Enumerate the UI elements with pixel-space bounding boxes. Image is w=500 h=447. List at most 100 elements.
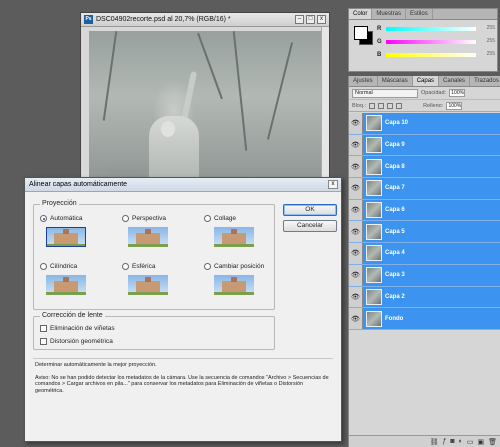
eye-icon[interactable]: 👁 xyxy=(349,221,363,243)
tab-swatches[interactable]: Muestras xyxy=(372,9,407,19)
opacity-field[interactable]: 100% xyxy=(449,89,466,97)
eye-icon[interactable]: 👁 xyxy=(349,156,363,178)
distortion-checkbox-box[interactable] xyxy=(40,338,47,345)
document-titlebar[interactable]: Ps DSC04902recorte.psd al 20,7% (RGB/16)… xyxy=(81,13,329,27)
lock-label: Bloq.: xyxy=(352,102,367,109)
lock-transparency-icon[interactable] xyxy=(369,102,376,109)
document-window[interactable]: Ps DSC04902recorte.psd al 20,7% (RGB/16)… xyxy=(80,12,330,197)
ok-button[interactable]: OK xyxy=(283,204,337,216)
preview-collage[interactable] xyxy=(214,227,254,247)
slider-r[interactable]: R 255 xyxy=(377,24,495,34)
fill-field[interactable]: 100% xyxy=(446,101,463,110)
layer-row[interactable]: 👁 Fondo xyxy=(349,308,500,330)
layer-row[interactable]: 👁 Capa 6 xyxy=(349,199,500,222)
layer-row[interactable]: 👁 Capa 3 xyxy=(349,264,500,287)
vignette-label: Eliminación de viñetas xyxy=(50,325,115,332)
link-layers-icon[interactable]: ⛓ xyxy=(430,438,439,446)
dialog-titlebar[interactable]: Alinear capas automáticamente x xyxy=(25,178,341,192)
slider-b-track[interactable] xyxy=(386,53,476,57)
radio-cylindrical-dot[interactable] xyxy=(40,263,47,270)
distortion-label: Distorsión geométrica xyxy=(50,338,113,345)
trash-icon[interactable]: 🗑 xyxy=(488,438,497,446)
layer-row[interactable]: 👁 Capa 10 xyxy=(349,113,500,135)
eye-icon[interactable]: 👁 xyxy=(349,286,363,308)
radio-spherical[interactable]: Esférica xyxy=(122,263,155,270)
layer-row[interactable]: 👁 Capa 8 xyxy=(349,156,500,179)
eye-icon[interactable]: 👁 xyxy=(349,199,363,221)
lock-pixels-icon[interactable] xyxy=(378,102,385,109)
radio-spherical-dot[interactable] xyxy=(122,263,129,270)
adjustment-layer-icon[interactable]: ◐ xyxy=(459,438,463,445)
layers-panel: Ajustes Máscaras Capas Canales Trazados … xyxy=(348,76,500,447)
slider-g-value[interactable]: 255 xyxy=(479,38,495,46)
minimize-button[interactable]: – xyxy=(295,15,304,24)
tab-layers[interactable]: Capas xyxy=(412,76,440,86)
info-box: Determinar automáticamente la mejor proy… xyxy=(33,358,333,436)
tab-styles[interactable]: Estilos xyxy=(406,9,433,19)
document-canvas[interactable] xyxy=(89,31,321,196)
eye-icon[interactable]: 👁 xyxy=(349,113,363,134)
tab-paths[interactable]: Trazados xyxy=(470,76,500,86)
radio-collage-dot[interactable] xyxy=(204,215,211,222)
radio-reposition-dot[interactable] xyxy=(204,263,211,270)
radio-collage[interactable]: Collage xyxy=(204,215,236,222)
add-mask-icon[interactable]: ◙ xyxy=(450,438,454,445)
tab-color[interactable]: Color xyxy=(349,9,373,19)
maximize-button[interactable]: □ xyxy=(306,15,315,24)
layer-name: Capa 4 xyxy=(385,250,405,257)
color-panel: Color Muestras Estilos R 255 G 255 B 255 xyxy=(348,8,498,72)
auto-align-dialog: Alinear capas automáticamente x Proyecci… xyxy=(24,177,342,442)
eye-icon[interactable]: 👁 xyxy=(349,178,363,199)
blend-mode-select[interactable]: Normal xyxy=(352,88,418,98)
eye-icon[interactable]: 👁 xyxy=(349,243,363,264)
tab-masks[interactable]: Máscaras xyxy=(378,76,413,86)
radio-auto-label: Automática xyxy=(50,215,83,222)
vertical-scrollbar[interactable] xyxy=(321,27,329,197)
radio-perspective-label: Perspectiva xyxy=(132,215,166,222)
preview-perspective[interactable] xyxy=(128,227,168,247)
slider-r-value[interactable]: 255 xyxy=(479,25,495,33)
radio-perspective-dot[interactable] xyxy=(122,215,129,222)
vignette-checkbox-box[interactable] xyxy=(40,325,47,332)
layer-row[interactable]: 👁 Capa 5 xyxy=(349,221,500,244)
preview-auto[interactable] xyxy=(46,227,86,247)
slider-r-track[interactable] xyxy=(386,27,476,31)
slider-g[interactable]: G 255 xyxy=(377,37,495,47)
radio-auto[interactable]: Automática xyxy=(40,215,83,222)
close-icon[interactable]: x xyxy=(328,180,338,189)
tab-adjustments[interactable]: Ajustes xyxy=(349,76,378,86)
preview-cylindrical[interactable] xyxy=(46,275,86,295)
radio-cylindrical[interactable]: Cilíndrica xyxy=(40,263,77,270)
eye-icon[interactable]: 👁 xyxy=(349,134,363,156)
slider-b[interactable]: B 255 xyxy=(377,50,495,60)
radio-auto-dot[interactable] xyxy=(40,215,47,222)
new-group-icon[interactable]: ▭ xyxy=(467,438,474,446)
preview-spherical[interactable] xyxy=(128,275,168,295)
layer-row[interactable]: 👁 Capa 9 xyxy=(349,134,500,157)
cancel-button[interactable]: Cancelar xyxy=(283,220,337,232)
lock-all-icon[interactable] xyxy=(396,102,403,109)
new-layer-icon[interactable]: ▣ xyxy=(477,438,484,446)
radio-perspective[interactable]: Perspectiva xyxy=(122,215,166,222)
distortion-checkbox[interactable]: Distorsión geométrica xyxy=(40,338,113,345)
slider-g-label: G xyxy=(377,39,382,45)
close-button[interactable]: x xyxy=(317,15,326,24)
layer-row[interactable]: 👁 Capa 2 xyxy=(349,286,500,309)
slider-g-track[interactable] xyxy=(386,40,476,44)
layer-name: Capa 2 xyxy=(385,293,405,300)
vignette-checkbox[interactable]: Eliminación de viñetas xyxy=(40,325,115,332)
layer-row[interactable]: 👁 Capa 7 xyxy=(349,178,500,200)
tree-branch xyxy=(102,31,118,121)
preview-reposition[interactable] xyxy=(214,275,254,295)
lock-position-icon[interactable] xyxy=(387,102,394,109)
eye-icon[interactable]: 👁 xyxy=(349,308,363,329)
eye-icon[interactable]: 👁 xyxy=(349,264,363,286)
slider-b-value[interactable]: 255 xyxy=(479,51,495,59)
layer-style-icon[interactable]: ƒ xyxy=(442,438,446,445)
tree-branch xyxy=(232,31,248,151)
foreground-color-swatch[interactable] xyxy=(354,26,368,40)
layer-row[interactable]: 👁 Capa 4 xyxy=(349,243,500,265)
radio-reposition[interactable]: Cambiar posición xyxy=(204,263,264,270)
tab-channels[interactable]: Canales xyxy=(439,76,471,86)
info-description: Determinar automáticamente la mejor proy… xyxy=(35,362,157,368)
